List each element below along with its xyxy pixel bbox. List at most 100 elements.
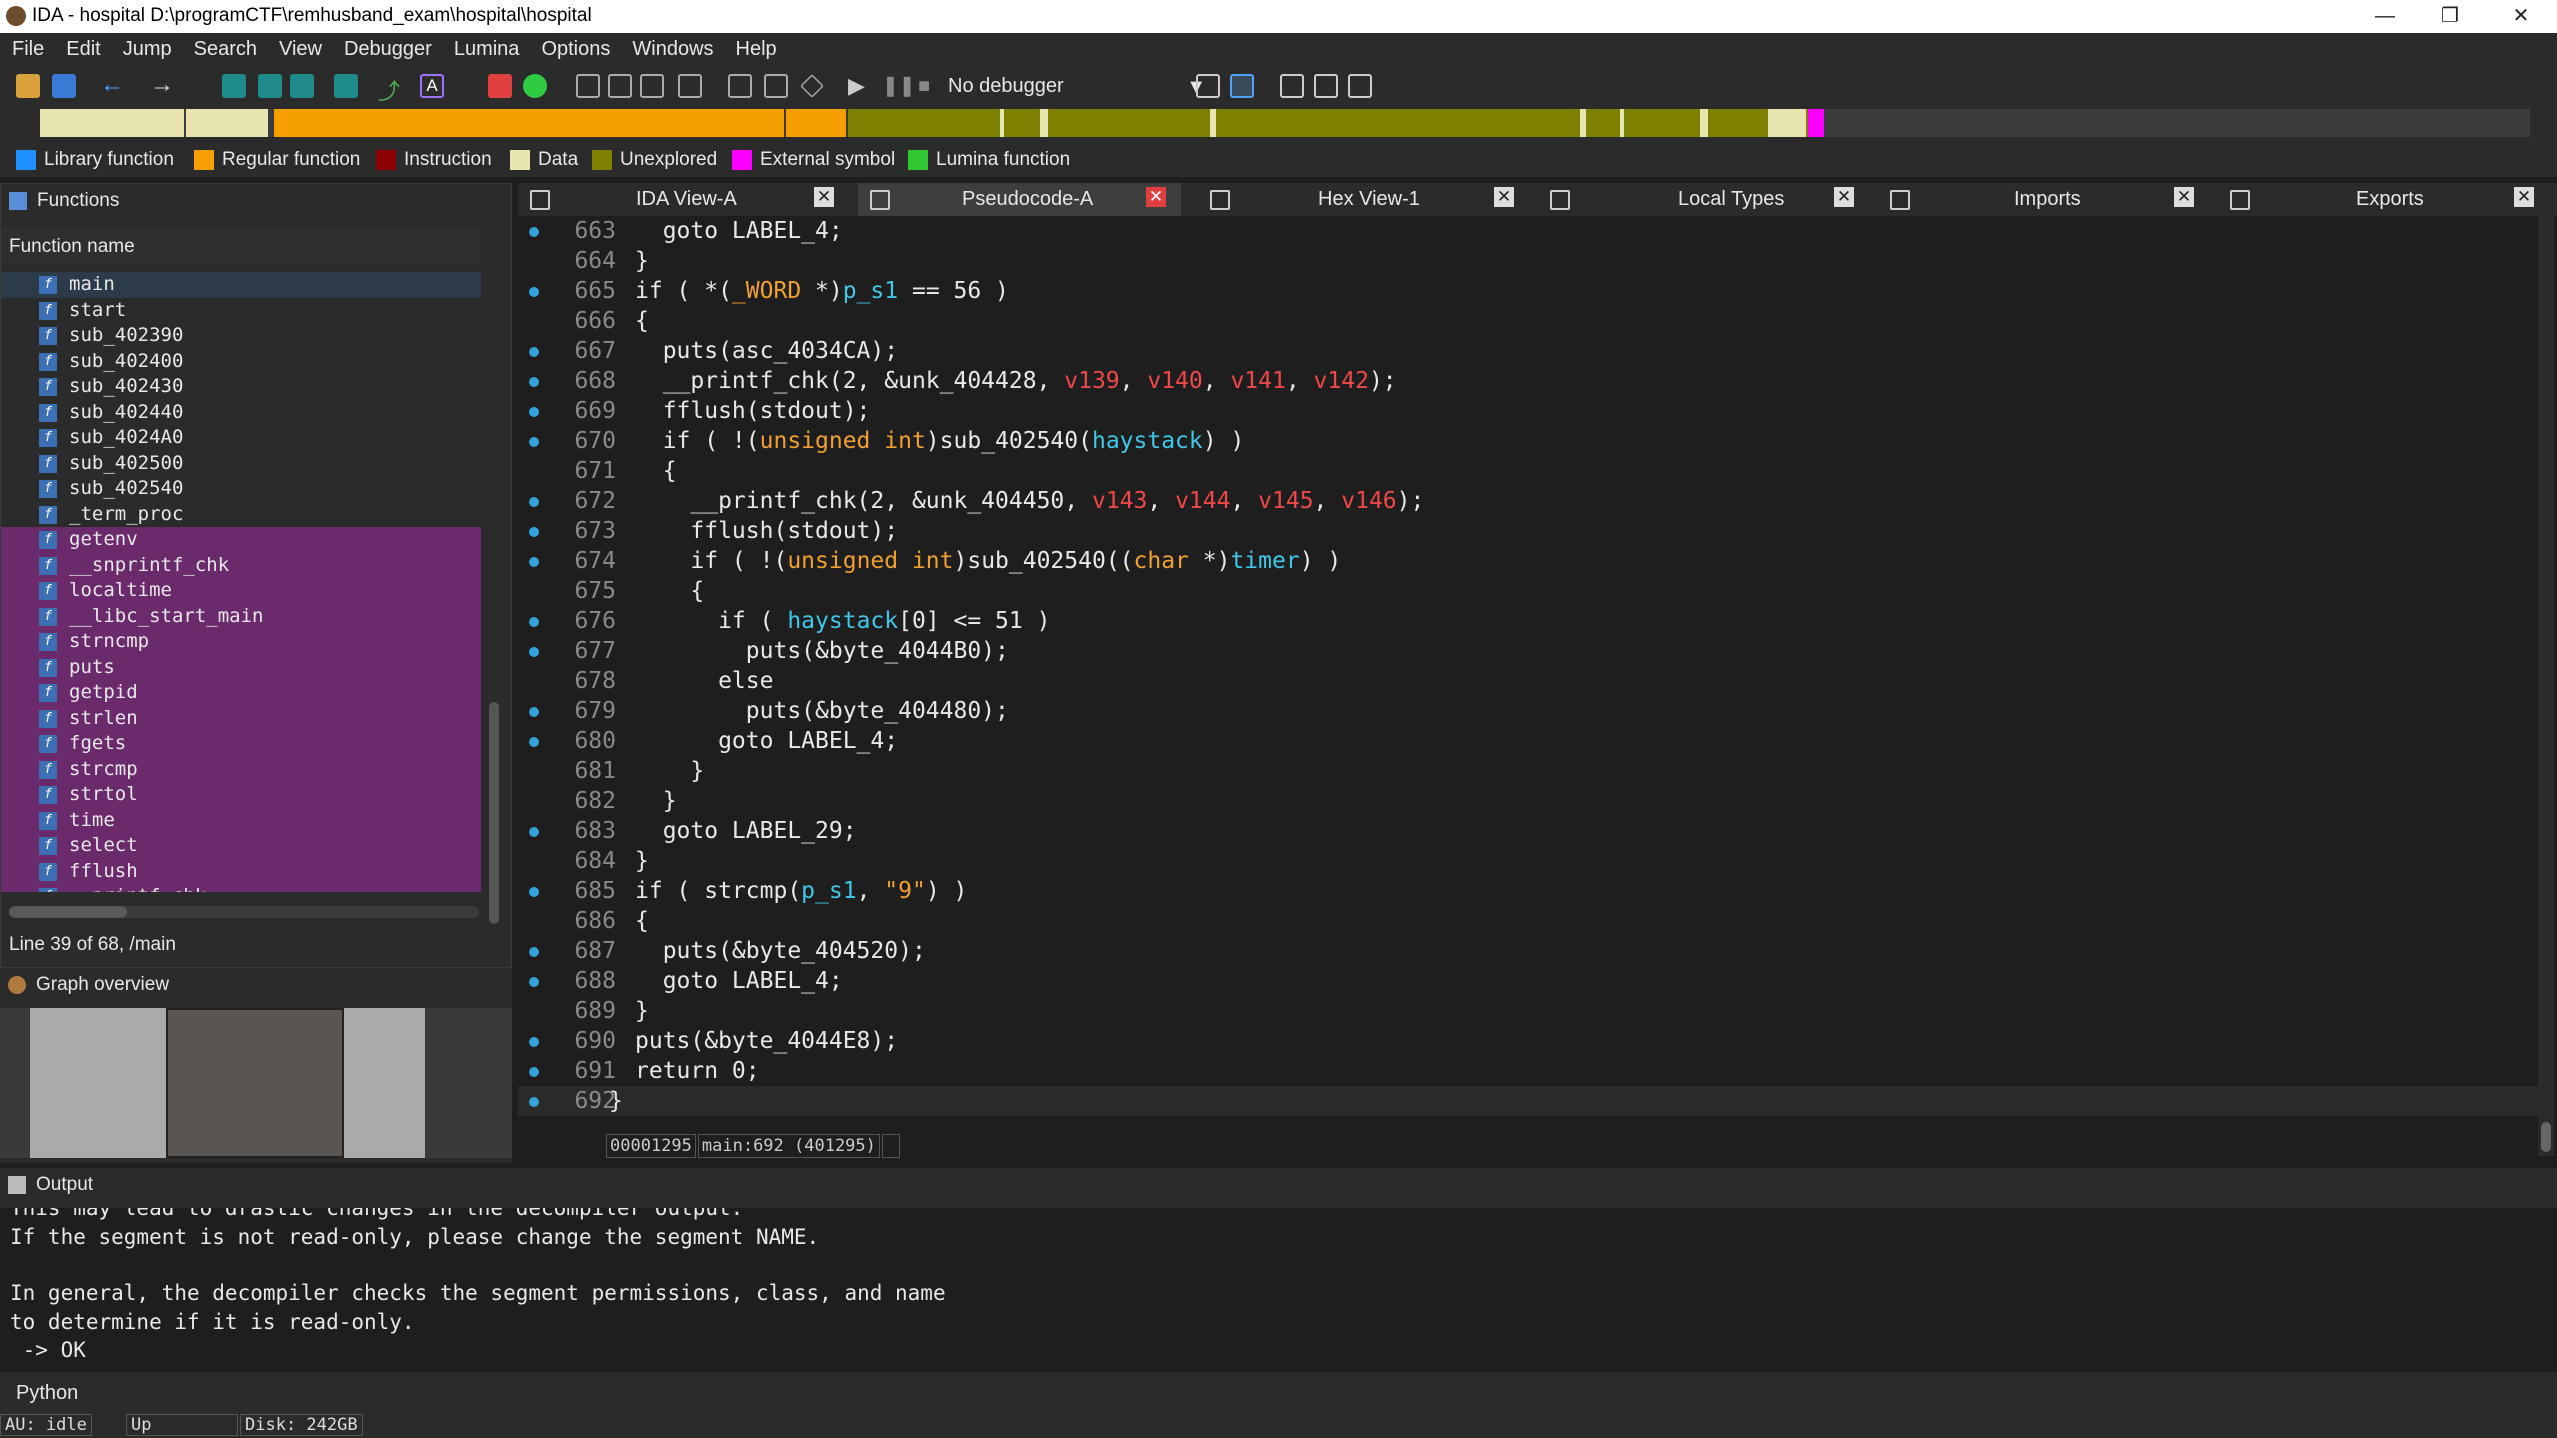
- breakpoint-dot[interactable]: [529, 407, 539, 417]
- breakpoint-dot[interactable]: [529, 347, 539, 357]
- code-line[interactable]: 666 {: [518, 306, 2538, 336]
- debugger-select[interactable]: No debugger ▼: [942, 73, 1212, 101]
- function-item[interactable]: f main: [1, 272, 481, 298]
- breakpoint-dot[interactable]: [529, 527, 539, 537]
- code-line[interactable]: 676 if ( haystack[0] <= 51 ): [518, 606, 2538, 636]
- code-line[interactable]: 680 goto LABEL_4;: [518, 726, 2538, 756]
- code-line[interactable]: 669 fflush(stdout);: [518, 396, 2538, 426]
- menu-edit[interactable]: Edit: [54, 33, 110, 61]
- menu-search[interactable]: Search: [182, 33, 267, 61]
- code-line[interactable]: 687 puts(&byte_404520);: [518, 936, 2538, 966]
- breakpoint-dot[interactable]: [529, 977, 539, 987]
- function-item[interactable]: f fflush: [1, 858, 481, 884]
- tab-exports[interactable]: Exports ✕: [2218, 183, 2541, 216]
- breakpoint-dot[interactable]: [529, 437, 539, 447]
- function-item[interactable]: f strtol: [1, 782, 481, 808]
- code-line-current[interactable]: 692}: [518, 1086, 2538, 1116]
- pause-icon[interactable]: ❚❚: [882, 74, 916, 98]
- python-input[interactable]: Python: [0, 1372, 2557, 1412]
- tab-local-types[interactable]: Local Types ✕: [1538, 183, 1861, 216]
- close-icon[interactable]: ✕: [1494, 187, 1514, 207]
- tree-icon[interactable]: [1348, 74, 1372, 98]
- function-item[interactable]: f __libc_start_main: [1, 603, 481, 629]
- lumina-icon[interactable]: [523, 74, 547, 98]
- menu-debugger[interactable]: Debugger: [332, 33, 442, 61]
- function-item[interactable]: f sub_402400: [1, 349, 481, 375]
- breakpoint-dot[interactable]: [529, 827, 539, 837]
- names-icon[interactable]: [290, 74, 314, 98]
- close-icon[interactable]: ✕: [2174, 187, 2194, 207]
- save-icon[interactable]: [52, 74, 76, 98]
- tab-pseudocode-a[interactable]: Pseudocode-A ✕: [858, 183, 1181, 216]
- tab-hex-view-1[interactable]: Hex View-1 ✕: [1198, 183, 1521, 216]
- code-line[interactable]: 682 }: [518, 786, 2538, 816]
- code-line[interactable]: 671 {: [518, 456, 2538, 486]
- function-item[interactable]: f strcmp: [1, 756, 481, 782]
- close-icon[interactable]: ✕: [1834, 187, 1854, 207]
- breakpoint-dot[interactable]: [529, 557, 539, 567]
- navigation-strip[interactable]: [40, 109, 2530, 137]
- strings-icon[interactable]: A: [420, 74, 444, 98]
- code-line[interactable]: 689}: [518, 996, 2538, 1026]
- code-line[interactable]: 681 }: [518, 756, 2538, 786]
- function-item[interactable]: f strncmp: [1, 629, 481, 655]
- function-item[interactable]: f select: [1, 833, 481, 859]
- function-item[interactable]: f localtime: [1, 578, 481, 604]
- function-list-hscrollbar[interactable]: [9, 906, 479, 918]
- code-line[interactable]: 663 goto LABEL_4;: [518, 216, 2538, 246]
- function-item[interactable]: f __printf_chk: [1, 884, 481, 892]
- function-item[interactable]: f puts: [1, 654, 481, 680]
- code-line[interactable]: 667 puts(asc_4034CA);: [518, 336, 2538, 366]
- graph-overview-view[interactable]: [0, 1008, 512, 1158]
- function-item[interactable]: f sub_402430: [1, 374, 481, 400]
- function-list-scrollbar[interactable]: [487, 274, 501, 924]
- function-item[interactable]: f strlen: [1, 705, 481, 731]
- run-icon[interactable]: ▶: [848, 74, 872, 98]
- breakpoint-dot[interactable]: [529, 707, 539, 717]
- function-item[interactable]: f getpid: [1, 680, 481, 706]
- list-icon[interactable]: [1314, 74, 1338, 98]
- breakpoint-dot[interactable]: [529, 287, 539, 297]
- scrollbar-thumb[interactable]: [2541, 1122, 2551, 1152]
- scrollbar-thumb[interactable]: [489, 702, 499, 924]
- function-item[interactable]: f getenv: [1, 527, 481, 553]
- code-line[interactable]: 664}: [518, 246, 2538, 276]
- hscrollbar-thumb[interactable]: [9, 906, 127, 918]
- function-item[interactable]: f sub_402500: [1, 451, 481, 477]
- close-button[interactable]: ✕: [2485, 0, 2557, 33]
- data-icon[interactable]: [608, 74, 632, 98]
- tab-ida-view-a[interactable]: IDA View-A ✕: [518, 183, 842, 216]
- breakpoint-dot[interactable]: [529, 887, 539, 897]
- breakpoint-dot[interactable]: [529, 1037, 539, 1047]
- breakpoint-dot[interactable]: [529, 1067, 539, 1077]
- code-line[interactable]: 668 __printf_chk(2, &unk_404428, v139, v…: [518, 366, 2538, 396]
- close-icon[interactable]: ✕: [1146, 187, 1166, 207]
- minimize-button[interactable]: —: [2349, 0, 2421, 33]
- code-line[interactable]: 686 {: [518, 906, 2538, 936]
- menu-lumina[interactable]: Lumina: [442, 33, 530, 61]
- menu-help[interactable]: Help: [724, 33, 787, 61]
- breakpoint-dot[interactable]: [529, 497, 539, 507]
- breakpoint-dot[interactable]: [529, 737, 539, 747]
- patch-icon[interactable]: [764, 74, 788, 98]
- back-icon[interactable]: ←: [100, 73, 124, 98]
- graph-icon[interactable]: [222, 74, 246, 98]
- create-icon[interactable]: [488, 74, 512, 98]
- search-icon[interactable]: [334, 74, 358, 98]
- stop-icon[interactable]: ■: [918, 74, 936, 98]
- jump-icon[interactable]: ⤴: [378, 74, 402, 104]
- code-line[interactable]: 670 if ( !(unsigned int)sub_402540(hayst…: [518, 426, 2538, 456]
- maximize-button[interactable]: ❐: [2414, 0, 2486, 33]
- function-item[interactable]: f _term_proc: [1, 502, 481, 528]
- output-text[interactable]: This may lead to drastic changes in the …: [0, 1208, 2557, 1370]
- code-line[interactable]: 674 if ( !(unsigned int)sub_402540((char…: [518, 546, 2538, 576]
- code-line[interactable]: 685 if ( strcmp(p_s1, "9") ): [518, 876, 2538, 906]
- struct-icon[interactable]: [678, 74, 702, 98]
- menu-options[interactable]: Options: [529, 33, 620, 61]
- menu-jump[interactable]: Jump: [111, 33, 182, 61]
- function-item[interactable]: f sub_4024A0: [1, 425, 481, 451]
- undefine-icon[interactable]: [728, 74, 752, 98]
- menu-windows[interactable]: Windows: [620, 33, 723, 61]
- code-line[interactable]: 673 fflush(stdout);: [518, 516, 2538, 546]
- code-line[interactable]: 679 puts(&byte_404480);: [518, 696, 2538, 726]
